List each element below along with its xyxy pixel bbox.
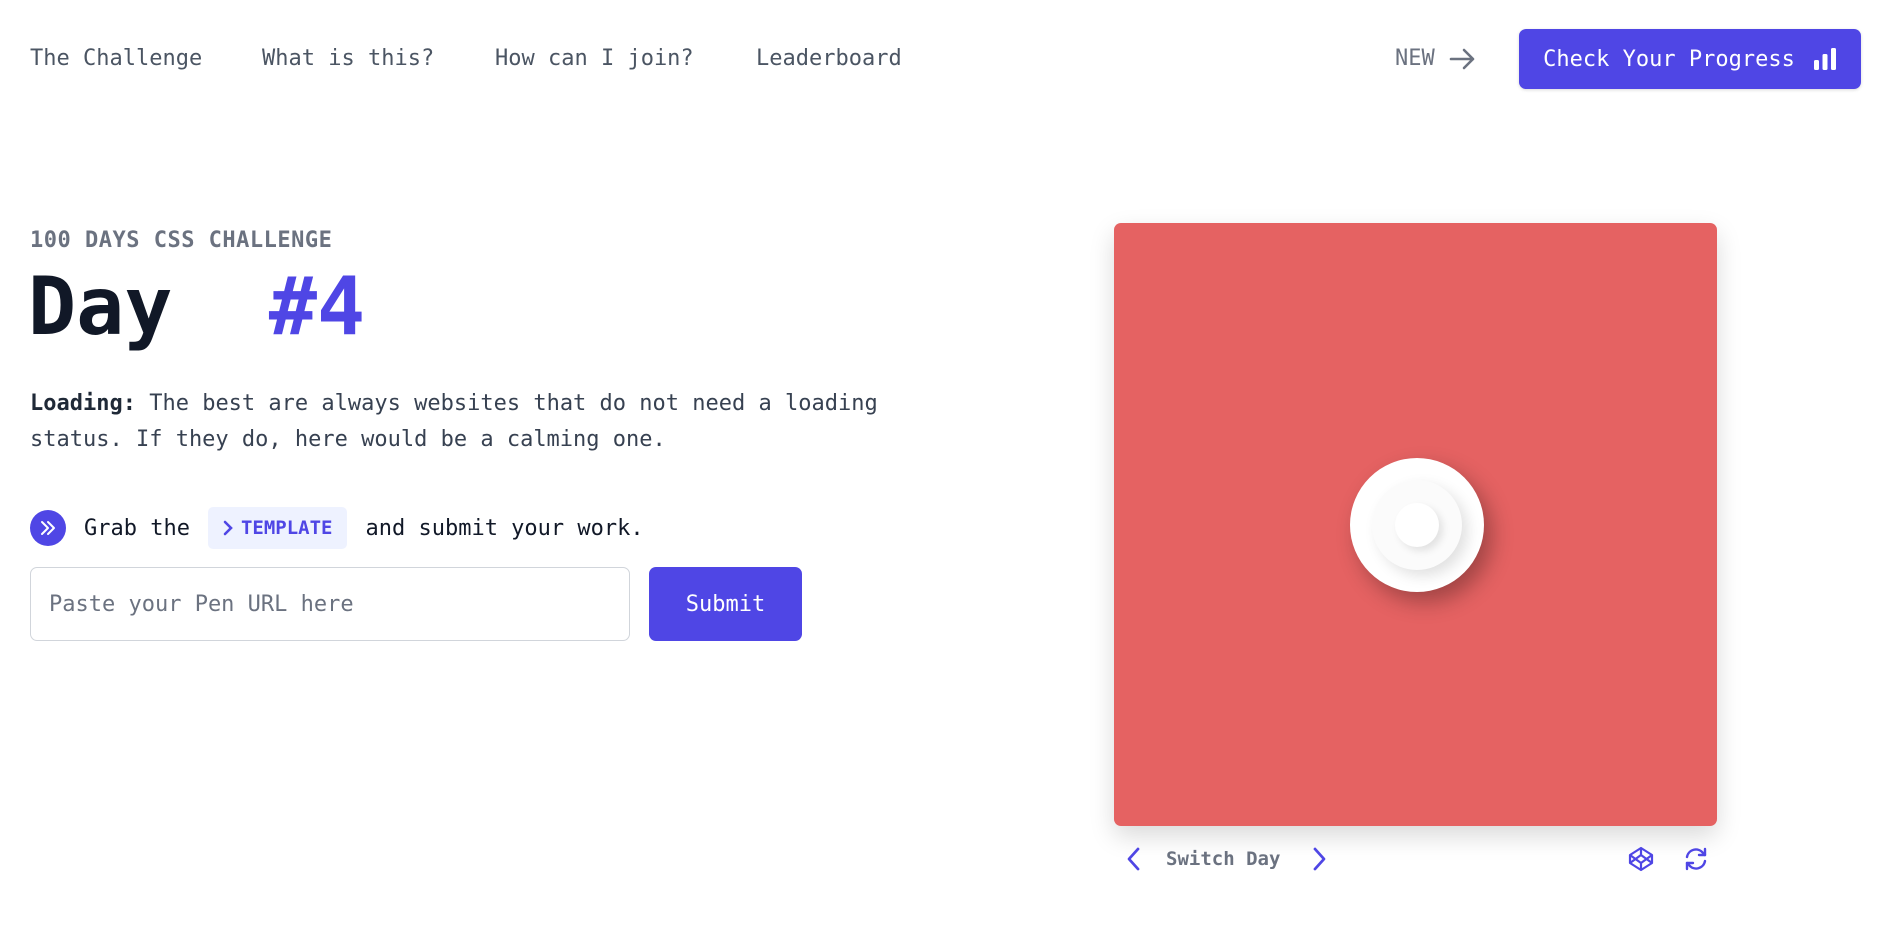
chevron-right-icon (1313, 847, 1326, 871)
title-day: Day (28, 260, 173, 353)
eyebrow: 100 DAYS CSS CHALLENGE (30, 228, 333, 253)
loader-inner-dot (1395, 503, 1439, 547)
chevrons-right-icon (30, 510, 66, 546)
preview-panel (1114, 223, 1717, 826)
new-link[interactable]: NEW (1395, 46, 1477, 71)
switch-day-label: Switch Day (1166, 848, 1281, 870)
check-progress-label: Check Your Progress (1543, 46, 1795, 72)
submit-text: and submit your work. (365, 515, 644, 541)
chevron-left-icon (1127, 847, 1140, 871)
bar-chart-icon (1813, 48, 1836, 70)
refresh-button[interactable] (1683, 843, 1709, 875)
nav-what-is-this[interactable]: What is this? (262, 46, 434, 71)
check-progress-button[interactable]: Check Your Progress (1519, 29, 1861, 89)
chevron-right-icon (223, 520, 233, 536)
description: Loading: The best are always websites th… (30, 386, 920, 458)
template-label: TEMPLATE (240, 517, 333, 539)
codepen-button[interactable] (1628, 843, 1654, 875)
submit-button[interactable]: Submit (649, 567, 802, 641)
nav-how-can-i-join[interactable]: How can I join? (495, 46, 694, 71)
template-link[interactable]: TEMPLATE (207, 507, 348, 549)
nav-the-challenge[interactable]: The Challenge (30, 46, 202, 71)
new-label: NEW (1395, 46, 1435, 71)
page-title: Day #4 (28, 260, 365, 353)
description-label: Loading: (30, 391, 136, 416)
previous-day-button[interactable] (1124, 843, 1144, 875)
nav-leaderboard[interactable]: Leaderboard (756, 46, 902, 71)
refresh-icon (1685, 847, 1707, 871)
codepen-icon (1628, 846, 1654, 872)
pen-url-input[interactable] (30, 567, 630, 641)
next-day-button[interactable] (1309, 843, 1329, 875)
description-text: The best are always websites that do not… (30, 391, 878, 452)
grab-text: Grab the (84, 515, 190, 541)
title-number: #4 (268, 260, 366, 353)
grab-template-row: Grab the TEMPLATE and submit your work. (30, 507, 644, 549)
arrow-right-icon (1449, 48, 1475, 69)
